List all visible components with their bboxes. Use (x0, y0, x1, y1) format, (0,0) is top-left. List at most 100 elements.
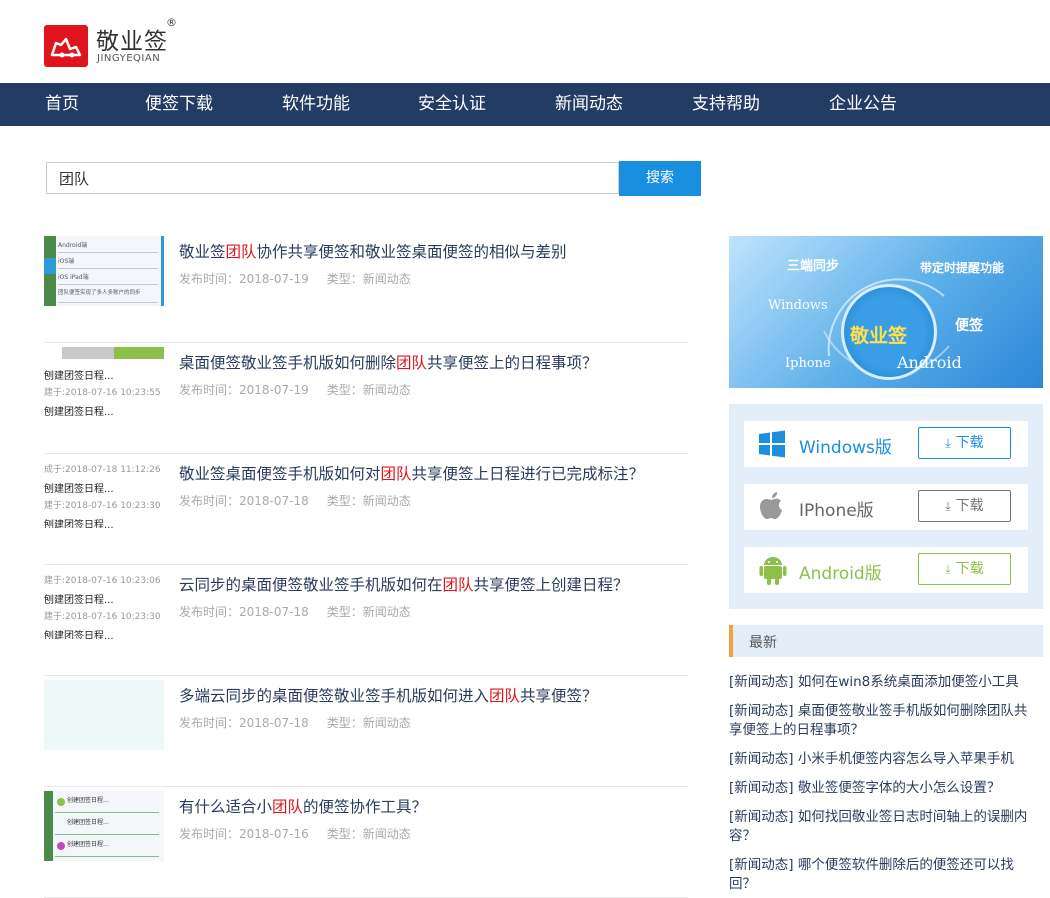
download-row-android: Android版 ⤓ 下载 (744, 547, 1028, 593)
site-header: 敬业签 ® JINGYEQIAN (0, 0, 1050, 83)
thumb-row: 创建团签日程... (55, 817, 159, 835)
thumb-row: 刨建团签日程... (44, 595, 114, 606)
thumb-dot (57, 842, 65, 850)
nav-item-home[interactable]: 首页 (45, 83, 79, 126)
banner-text: 三端同步 (787, 259, 840, 274)
article-date: 发布时间：2018-07-18 (179, 605, 309, 619)
search-button[interactable]: 搜索 (619, 161, 701, 196)
article-type: 类型：新闻动态 (326, 605, 411, 619)
download-row-windows: Windows版 ⤓ 下载 (744, 421, 1028, 467)
nav-item-news[interactable]: 新闻动态 (555, 83, 623, 126)
nav-item-features[interactable]: 软件功能 (282, 83, 350, 126)
download-icon: ⤓ (945, 436, 951, 450)
thumb-row: 刨建团签日程... (44, 631, 114, 639)
latest-link[interactable]: [新闻动态] 如何在win8系统桌面添加便签小工具 (729, 673, 1039, 692)
thumb-row: 建于:2018-07-16 10:23:30 ( (44, 501, 164, 511)
article-item[interactable]: Android端 iOS端 iOS iPad端 团队便签实现了多人多账户的同步 … (44, 231, 688, 343)
article-title[interactable]: 敬业签团队协作共享便签和敬业签桌面便签的相似与差别 (179, 240, 567, 262)
thumb-row: 创建团签日程... (55, 839, 159, 857)
logo-text[interactable]: 敬业签 (96, 22, 168, 56)
article-thumbnail[interactable]: 刨建团签日程... 建于:2018-07-16 10:23:55 ( 刨建团签日… (44, 347, 164, 417)
thumb-row: 建于:2018-07-16 10:23:06 ( (44, 576, 164, 586)
thumb-scrollbar (161, 236, 164, 306)
article-thumbnail[interactable]: 成于:2018-07-18 11:12:26 ( 刨建团签日程... 建于:20… (44, 458, 164, 528)
article-type: 类型：新闻动态 (326, 827, 411, 841)
article-item[interactable]: 多端云同步的桌面便签敬业签手机版如何进入团队共享便签？ 发布时间：2018-07… (44, 675, 688, 787)
latest-link[interactable]: [新闻动态] 哪个便签软件删除后的便签还可以找回？ (729, 856, 1039, 894)
nav-item-announcements[interactable]: 企业公告 (829, 83, 897, 126)
thumb-row: 建于:2018-07-16 10:23:30 ( (44, 612, 164, 622)
apple-icon (760, 492, 782, 519)
article-type: 类型：新闻动态 (326, 272, 411, 286)
article-title[interactable]: 多端云同步的桌面便签敬业签手机版如何进入团队共享便签？ (179, 684, 598, 706)
banner-text: Windows (768, 298, 828, 313)
article-date: 发布时间：2018-07-18 (179, 716, 309, 730)
download-icon: ⤓ (945, 562, 951, 576)
thumb-row: 团队便签实现了多人多账户的同步 (58, 288, 158, 303)
banner-text: 便签 (955, 318, 983, 334)
article-meta: 发布时间：2018-07-19 类型：新闻动态 (179, 270, 411, 287)
download-button-android[interactable]: ⤓ 下载 (918, 553, 1011, 585)
android-icon (759, 557, 787, 585)
article-item[interactable]: 成于:2018-07-18 11:12:26 ( 刨建团签日程... 建于:20… (44, 453, 688, 565)
thumb-row: 刨建团签日程... (44, 371, 114, 382)
thumb-sidebar-accent (44, 258, 56, 274)
logo-icon[interactable] (44, 25, 88, 67)
article-meta: 发布时间：2018-07-19 类型：新闻动态 (179, 381, 411, 398)
article-meta: 发布时间：2018-07-18 类型：新闻动态 (179, 603, 411, 620)
article-date: 发布时间：2018-07-18 (179, 494, 309, 508)
thumb-row: 建于:2018-07-16 10:23:55 ( (44, 388, 164, 398)
download-button-iphone[interactable]: ⤓ 下载 (918, 490, 1011, 522)
registered-mark: ® (166, 16, 177, 29)
promo-banner[interactable]: 三端同步 带定时提醒功能 Windows 便签 Android Iphone 敬… (729, 236, 1043, 388)
article-meta: 发布时间：2018-07-16 类型：新闻动态 (179, 825, 411, 842)
search-input[interactable] (46, 162, 619, 194)
thumb-row: iOS端 (58, 256, 158, 269)
thumb-row: iOS iPad端 (58, 272, 158, 285)
banner-text: Android (897, 353, 962, 372)
article-title[interactable]: 敬业签桌面便签手机版如何对团队共享便签上日程进行已完成标注？ (179, 462, 644, 484)
article-type: 类型：新闻动态 (326, 383, 411, 397)
download-button-windows[interactable]: ⤓ 下载 (918, 427, 1011, 459)
article-date: 发布时间：2018-07-16 (179, 827, 309, 841)
article-title[interactable]: 桌面便签敬业签手机版如何删除团队共享便签上的日程事项？ (179, 351, 598, 373)
thumb-row: 刨建团签日程... (44, 520, 114, 528)
article-thumbnail[interactable]: 创建团签日程... 创建团签日程... 创建团签日程... (44, 791, 164, 861)
article-date: 发布时间：2018-07-19 (179, 383, 309, 397)
article-title[interactable]: 云同步的桌面便签敬业签手机版如何在团队共享便签上创建日程？ (179, 573, 629, 595)
thumb-row: 成于:2018-07-18 11:12:26 ( (44, 465, 164, 475)
nav-item-security[interactable]: 安全认证 (418, 83, 486, 126)
article-thumbnail[interactable] (44, 680, 164, 750)
article-type: 类型：新闻动态 (326, 494, 411, 508)
banner-brand: 敬业签 (850, 325, 908, 347)
latest-link[interactable]: [新闻动态] 小米手机便签内容怎么导入苹果手机 (729, 750, 1039, 769)
thumb-row: 刨建团签日程... (44, 407, 114, 417)
article-meta: 发布时间：2018-07-18 类型：新闻动态 (179, 714, 411, 731)
latest-header: 最新 (729, 625, 1043, 657)
article-thumbnail[interactable]: Android端 iOS端 iOS iPad端 团队便签实现了多人多账户的同步 (44, 236, 164, 306)
thumb-dot (57, 798, 65, 806)
download-icon: ⤓ (945, 499, 951, 513)
download-name: Android版 (799, 564, 882, 584)
latest-link[interactable]: [新闻动态] 如何找回敬业签日志时间轴上的误删内容？ (729, 808, 1039, 846)
download-name: IPhone版 (799, 501, 874, 521)
windows-icon (759, 430, 785, 458)
banner-text: 带定时提醒功能 (920, 261, 1005, 275)
nav-item-download[interactable]: 便签下载 (145, 83, 213, 126)
thumb-bar (62, 347, 114, 359)
logo-subtext: JINGYEQIAN (97, 53, 161, 64)
article-item[interactable]: 建于:2018-07-16 10:23:06 ( 刨建团签日程... 建于:20… (44, 564, 688, 676)
thumb-row: 刨建团签日程... (44, 484, 114, 495)
latest-link[interactable]: [新闻动态] 敬业签便签字体的大小怎么设置？ (729, 779, 1039, 798)
article-date: 发布时间：2018-07-19 (179, 272, 309, 286)
latest-title: 最新 (749, 635, 777, 651)
article-item[interactable]: 刨建团签日程... 建于:2018-07-16 10:23:55 ( 刨建团签日… (44, 342, 688, 454)
nav-item-support[interactable]: 支持帮助 (692, 83, 760, 126)
article-thumbnail[interactable]: 建于:2018-07-16 10:23:06 ( 刨建团签日程... 建于:20… (44, 569, 164, 639)
thumb-row: Android端 (58, 240, 158, 253)
latest-link[interactable]: [新闻动态] 桌面便签敬业签手机版如何删除团队共享便签上的日程事项？ (729, 702, 1039, 740)
article-item[interactable]: 创建团签日程... 创建团签日程... 创建团签日程... 有什么适合小团队的便… (44, 786, 688, 898)
article-meta: 发布时间：2018-07-18 类型：新闻动态 (179, 492, 411, 509)
article-title[interactable]: 有什么适合小团队的便签协作工具？ (179, 795, 427, 817)
main-nav: 首页 便签下载 软件功能 安全认证 新闻动态 支持帮助 企业公告 (0, 83, 1050, 126)
